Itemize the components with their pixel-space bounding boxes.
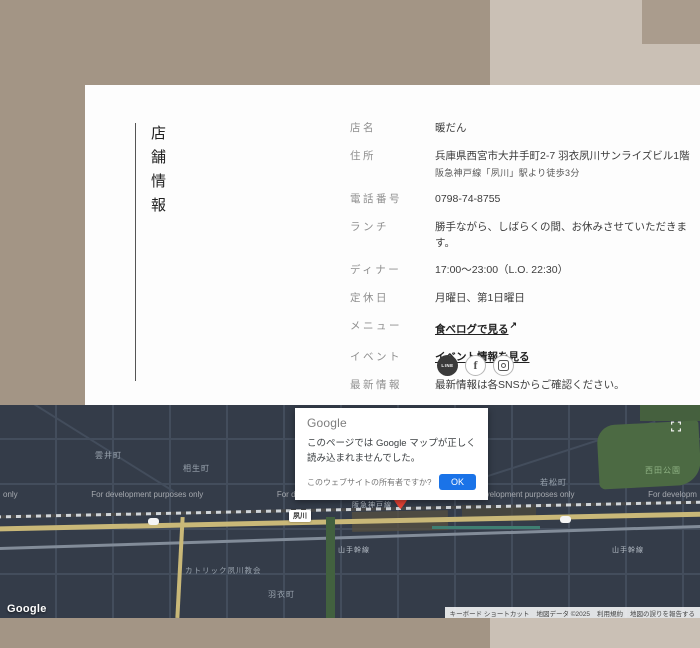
- info-row-event: イベント イベント情報を見る: [350, 344, 695, 372]
- map-footer-bar: キーボード ショートカット 地図データ ©2025 利用規約 地図の誤りを報告す…: [444, 607, 700, 618]
- map-label-park: 西田公園: [645, 466, 681, 475]
- route-shield: [148, 518, 159, 525]
- info-row-lunch: ランチ 勝手ながら、しばらくの間、お休みさせていただきます。: [350, 214, 695, 258]
- map-transit-route: [432, 526, 540, 529]
- line-icon[interactable]: LINE: [437, 355, 458, 376]
- dialog-action-row: このウェブサイトの所有者ですか? OK: [307, 474, 476, 491]
- info-label-address: 住所: [350, 149, 376, 162]
- info-label-phone: 電話番号: [350, 193, 402, 205]
- map-label-town: 雲井町: [95, 451, 122, 460]
- section-title: 店舗情報: [149, 125, 165, 221]
- info-row-phone: 電話番号 0798-74-8755: [350, 186, 695, 214]
- keyboard-shortcuts-button[interactable]: キーボード ショートカット: [450, 608, 530, 618]
- background-corner-accent: [642, 0, 700, 44]
- title-divider-line: [135, 123, 136, 381]
- site-owner-link[interactable]: このウェブサイトの所有者ですか?: [307, 477, 431, 488]
- report-map-error-link[interactable]: 地図の誤りを報告する: [630, 608, 695, 618]
- info-value-phone: 0798-74-8755: [435, 193, 501, 205]
- dev-watermark: For development purposes only: [91, 490, 204, 499]
- google-logo: Google: [307, 416, 347, 430]
- facebook-icon[interactable]: f: [465, 355, 486, 376]
- info-table: 店名 暖だん 住所 兵庫県西宮市大井手町2-7 羽衣夙川サンライズビル1階 阪急…: [350, 115, 695, 400]
- fullscreen-button[interactable]: [665, 415, 687, 437]
- map-label-town: 羽衣町: [268, 590, 295, 599]
- info-value-store-name: 暖だん: [435, 122, 467, 134]
- address-text: 兵庫県西宮市大井手町2-7 羽衣夙川サンライズビル1階: [435, 149, 690, 162]
- info-label-store-name: 店名: [350, 122, 376, 134]
- sns-icon-row: LINE f: [437, 355, 514, 376]
- map-major-road-vertical: [175, 516, 185, 618]
- info-value-address: 兵庫県西宮市大井手町2-7 羽衣夙川サンライズビル1階 阪急神戸線「夙川」駅より…: [435, 149, 690, 180]
- route-shield: [560, 516, 571, 523]
- info-row-latest-news: 最新情報 最新情報は各SNSからご確認ください。: [350, 372, 695, 400]
- map-data-attribution: 地図データ ©2025: [536, 610, 590, 618]
- map-error-dialog: Google このページでは Google マップが正しく読み込まれませんでした…: [295, 408, 488, 501]
- info-label-dinner: ディナー: [350, 264, 402, 277]
- info-value-closed-days: 月曜日、第1日曜日: [435, 292, 525, 304]
- fullscreen-icon: [671, 421, 681, 431]
- map-error-message: このページでは Google マップが正しく読み込まれませんでした。: [307, 438, 476, 464]
- map-river: [326, 517, 335, 618]
- info-row-address: 住所 兵庫県西宮市大井手町2-7 羽衣夙川サンライズビル1階 阪急神戸線「夙川」…: [350, 143, 695, 186]
- map-label-town: 相生町: [183, 464, 210, 473]
- map-label-poi: カトリック夙川教会: [185, 566, 262, 575]
- map-label-road: 山手幹線: [338, 547, 370, 554]
- google-maps-logo[interactable]: Google: [7, 603, 47, 615]
- info-label-closed-days: 定休日: [350, 292, 389, 304]
- dev-watermark: For developm: [648, 490, 697, 499]
- map-label-rail-line: 阪急神戸線: [352, 502, 392, 509]
- terms-link[interactable]: 利用規約: [597, 608, 623, 618]
- store-info-section: 店舗情報 店名 暖だん 住所 兵庫県西宮市大井手町2-7 羽衣夙川サンライズビル…: [85, 85, 700, 405]
- tabelog-link[interactable]: 食べログで見る: [435, 323, 509, 335]
- map-label-road: 山手幹線: [612, 547, 644, 554]
- info-row-menu: メニュー 食べログで見る↗: [350, 313, 695, 344]
- info-row-dinner: ディナー 17:00〜23:00（L.O. 22:30）: [350, 257, 695, 285]
- info-value-latest-news: 最新情報は各SNSからご確認ください。: [435, 378, 625, 391]
- info-row-closed-days: 定休日 月曜日、第1日曜日: [350, 285, 695, 313]
- info-label-latest-news: 最新情報: [350, 378, 402, 391]
- ok-button[interactable]: OK: [438, 474, 476, 491]
- info-row-store-name: 店名 暖だん: [350, 115, 695, 143]
- info-value-dinner: 17:00〜23:00（L.O. 22:30）: [435, 264, 569, 277]
- info-label-menu: メニュー: [350, 319, 402, 332]
- external-link-icon: ↗: [509, 319, 518, 330]
- info-label-lunch: ランチ: [350, 220, 389, 233]
- info-value-menu: 食べログで見る↗: [435, 319, 517, 338]
- map-diagonal-street: [0, 405, 175, 493]
- info-value-lunch: 勝手ながら、しばらくの間、お休みさせていただきます。: [435, 220, 687, 249]
- info-label-event: イベント: [350, 351, 402, 363]
- map-label-town: 若松町: [540, 478, 567, 487]
- address-access-note: 阪急神戸線「夙川」駅より徒歩3分: [435, 167, 580, 178]
- station-badge: 夙川: [289, 510, 311, 522]
- google-map[interactable]: 雲井町 相生町 若松町 西田公園 阪急神戸線 山手幹線 山手幹線 カトリック夙川…: [0, 405, 700, 618]
- dev-watermark: only: [3, 490, 18, 499]
- instagram-glyph: [498, 360, 509, 371]
- instagram-icon[interactable]: [493, 355, 514, 376]
